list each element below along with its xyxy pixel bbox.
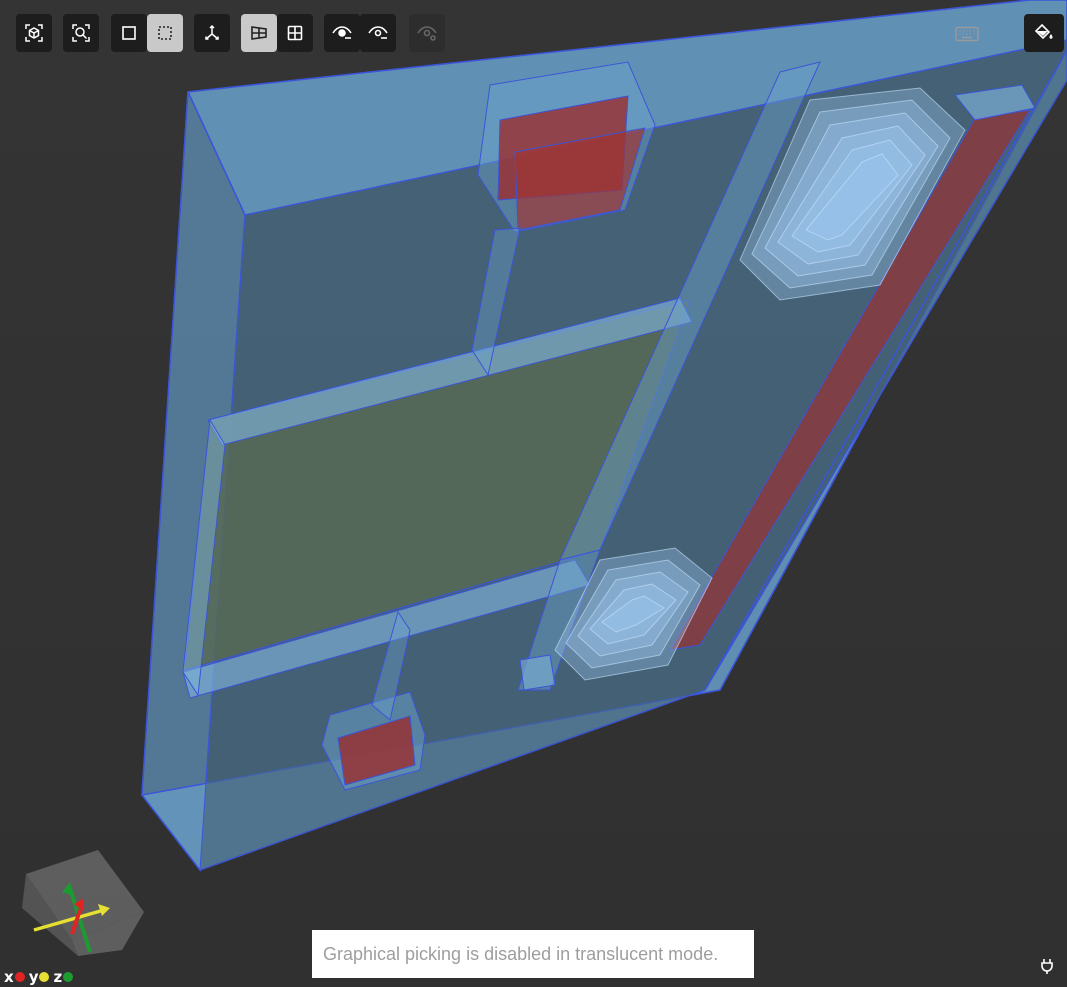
model-scene[interactable] — [0, 0, 1067, 987]
square-icon — [122, 26, 136, 40]
paint-bucket-icon — [1034, 23, 1053, 40]
cube-focus-icon — [25, 24, 43, 42]
keyboard-shortcuts-button[interactable] — [950, 20, 984, 48]
keyboard-icon — [955, 26, 979, 42]
lower-right-block — [519, 654, 556, 691]
y-axis-label: y — [28, 968, 39, 986]
3d-viewport[interactable]: x y z Graphical picking is disabled in t… — [0, 0, 1067, 987]
plug-icon[interactable] — [1038, 957, 1056, 975]
hide-others-button[interactable] — [360, 14, 396, 52]
show-all-button[interactable] — [409, 14, 445, 52]
select-dashed-button[interactable] — [147, 14, 183, 52]
x-axis-label: x — [4, 968, 14, 986]
axis-legend: x y z — [4, 968, 77, 986]
section-view-button[interactable] — [241, 14, 277, 52]
fit-view-button[interactable] — [16, 14, 52, 52]
y-axis-dot — [39, 972, 50, 982]
grid-icon — [287, 25, 303, 41]
dashed-square-icon — [158, 26, 172, 40]
navigation-cube[interactable] — [12, 846, 148, 962]
axes-button[interactable] — [194, 14, 230, 52]
hide-selected-button[interactable] — [324, 14, 360, 52]
z-axis-label: z — [53, 968, 63, 986]
appearance-button[interactable] — [1024, 14, 1064, 52]
eye-minus-alt-icon — [368, 26, 388, 39]
magnify-frame-icon — [72, 24, 90, 42]
x-axis-dot — [14, 972, 25, 982]
axes-icon — [205, 24, 219, 40]
eye-settings-icon — [417, 26, 437, 41]
eye-minus-icon — [332, 26, 352, 39]
z-axis-dot — [63, 972, 74, 982]
select-box-button[interactable] — [111, 14, 147, 52]
section-plane-icon — [251, 26, 267, 40]
picking-disabled-notice: Graphical picking is disabled in translu… — [312, 930, 754, 978]
grid-view-button[interactable] — [277, 14, 313, 52]
zoom-to-fit-button[interactable] — [63, 14, 99, 52]
